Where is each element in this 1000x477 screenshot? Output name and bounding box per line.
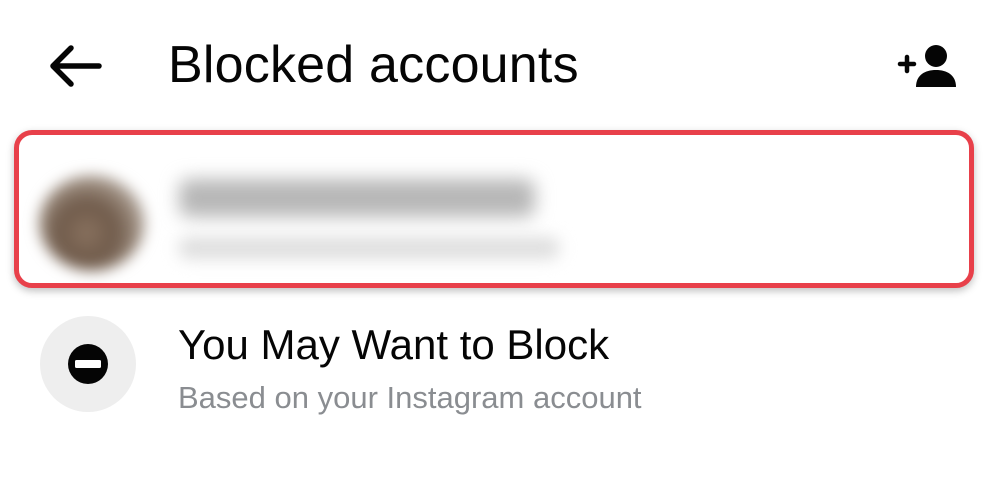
app-header: Blocked accounts [0,0,1000,130]
avatar [39,175,145,271]
back-button[interactable] [40,36,106,96]
blurred-account-subtitle [179,237,559,259]
suggestion-title: You May Want to Block [178,321,610,368]
blocked-account-row[interactable] [14,130,974,288]
add-person-icon [897,45,956,87]
add-blocked-account-button[interactable] [892,36,962,96]
arrow-left-icon [50,45,102,87]
blurred-account-name [179,179,535,217]
page-title: Blocked accounts [168,36,579,94]
you-may-want-to-block-row[interactable]: You May Want to Block Based on your Inst… [0,302,1000,422]
block-icon [68,344,108,384]
suggestion-icon-circle [40,316,136,412]
suggestion-subtitle: Based on your Instagram account [178,380,642,415]
